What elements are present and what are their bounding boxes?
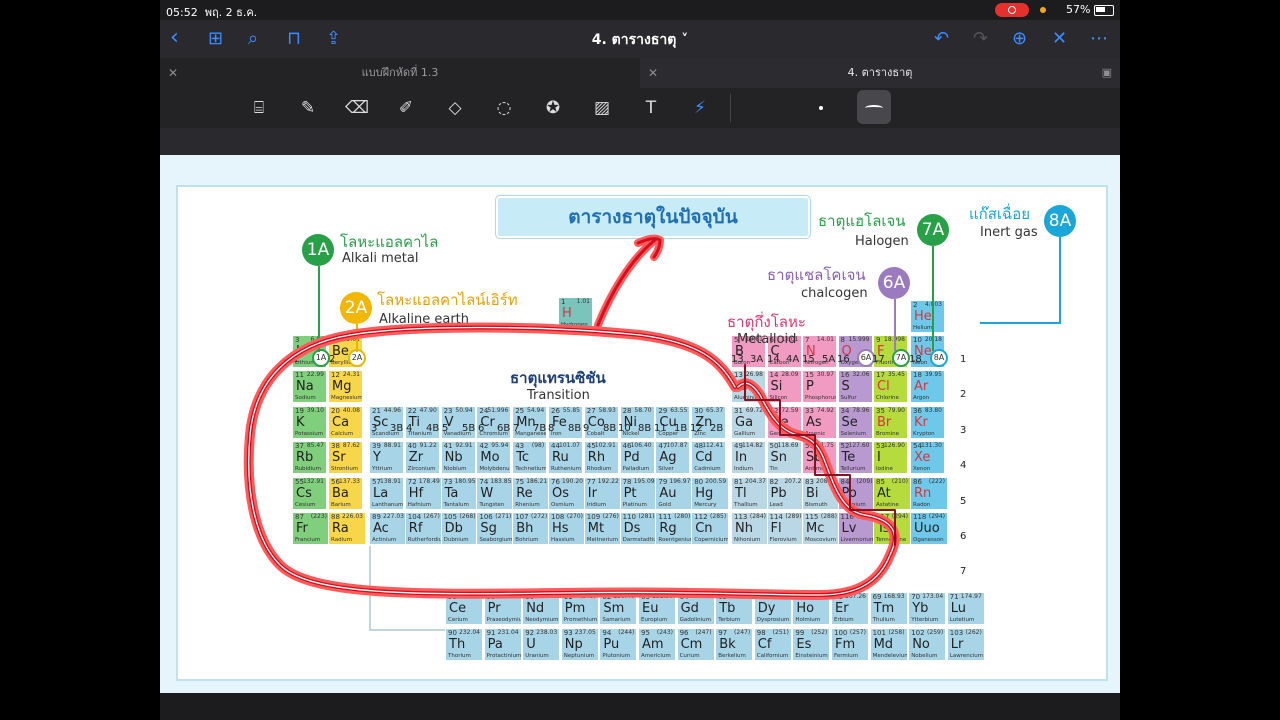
battery-percent: 57%: [1066, 3, 1091, 16]
lasso-icon[interactable]: ◌: [492, 96, 516, 120]
redo-icon[interactable]: ↷: [973, 29, 988, 49]
status-time: 05:52 พฤ. 2 ธ.ค.: [166, 6, 258, 19]
add-page-icon[interactable]: ⊕: [1012, 29, 1027, 49]
tab-periodic-table[interactable]: ✕ 4. ตารางธาตุ ▣: [640, 58, 1120, 88]
stroke-style-icon[interactable]: [857, 90, 891, 124]
status-bar: 05:52 พฤ. 2 ธ.ค. 57%: [160, 0, 1120, 20]
shapes-icon[interactable]: ◇: [443, 96, 467, 120]
mic-dot-icon: [1040, 7, 1046, 13]
battery-icon: [1094, 5, 1114, 16]
tab-exercise[interactable]: ✕ แบบฝึกหัดที่ 1.3: [160, 58, 640, 88]
tab-label: แบบฝึกหัดที่ 1.3: [361, 66, 439, 79]
image-icon[interactable]: ▨: [590, 96, 614, 120]
tool-bar: ⌸ ✎ ⌫ ✐ ◇ ◌ ✪ ▨ T ⚡: [160, 88, 1120, 128]
pen-size-icon[interactable]: [819, 106, 823, 110]
document-canvas[interactable]: ตารางธาตุในปัจจุบัน 11.01HHydrogen24.003…: [160, 128, 1120, 693]
goodnotes-app: 05:52 พฤ. 2 ธ.ค. 57% ‹ ⊞ ⌕ ⊓ ⇪ 4. ตารางธ…: [160, 0, 1120, 720]
close-edit-icon[interactable]: ✕: [1052, 29, 1067, 49]
marker-loop: [246, 325, 897, 597]
tab-bar: ✕ แบบฝึกหัดที่ 1.3 ✕ 4. ตารางธาตุ ▣: [160, 58, 1120, 88]
notebook-page[interactable]: ตารางธาตุในปัจจุบัน 11.01HHydrogen24.003…: [160, 155, 1120, 693]
ink-annotation-layer[interactable]: [160, 155, 1120, 693]
split-view-icon[interactable]: ▣: [1102, 58, 1112, 88]
elements-icon[interactable]: ✪: [541, 96, 565, 120]
toolbar-divider: [730, 94, 731, 122]
text-box-icon[interactable]: T: [639, 96, 663, 120]
more-icon[interactable]: ⋯: [1090, 29, 1108, 49]
screen-record-indicator: [995, 3, 1029, 17]
highlighter-icon[interactable]: ✐: [394, 96, 418, 120]
lasso-reader-icon[interactable]: ⌸: [247, 96, 271, 120]
pen-icon[interactable]: ✎: [296, 96, 320, 120]
tab-label: 4. ตารางธาตุ: [847, 66, 913, 79]
laser-pointer-icon[interactable]: ⚡: [688, 96, 712, 120]
marker-loop-core: [248, 326, 896, 596]
navigation-bar: ‹ ⊞ ⌕ ⊓ ⇪ 4. ตารางธาตุ ˅ ↶ ↷ ⊕ ✕ ⋯: [160, 20, 1120, 58]
marker-loop-glow: [243, 322, 900, 600]
bottom-bar: [160, 693, 1120, 720]
marker-arrow-glow: [594, 234, 664, 329]
eraser-icon[interactable]: ⌫: [345, 96, 369, 120]
undo-icon[interactable]: ↶: [934, 29, 949, 49]
